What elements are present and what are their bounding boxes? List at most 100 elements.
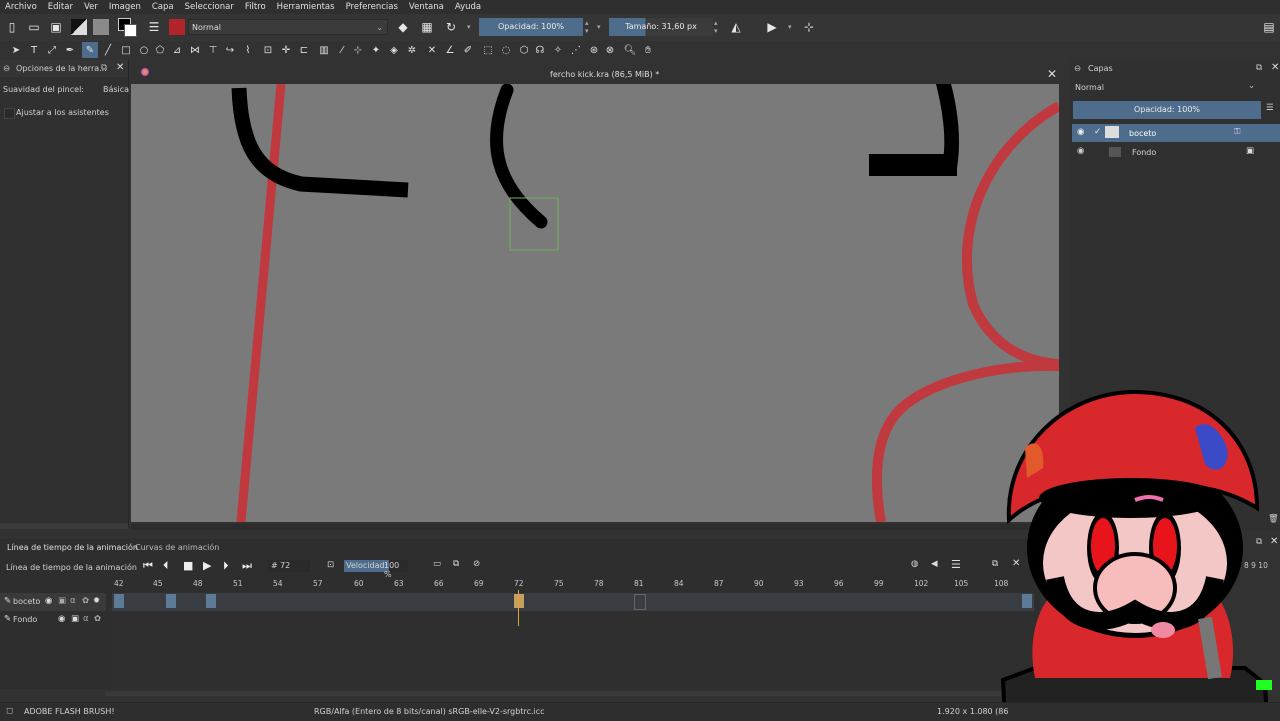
menu-capa[interactable]: Capa xyxy=(147,2,180,12)
pan-tool-icon[interactable]: ✋︎ xyxy=(640,42,656,58)
ellipse-select-icon[interactable]: ◌ xyxy=(498,42,514,58)
move-tool-icon[interactable]: ✛ xyxy=(278,42,294,58)
onion-icon[interactable]: ✿ xyxy=(94,614,101,624)
wrap-around-icon[interactable]: ⊹ xyxy=(800,18,818,36)
assistant-tool-icon[interactable]: ✕ xyxy=(424,42,440,58)
alpha-icon[interactable]: α xyxy=(83,614,89,624)
size-slider[interactable]: Tamaño: 31,60 px xyxy=(609,18,713,36)
eye-icon[interactable]: ◉ xyxy=(1077,127,1084,137)
frame-ruler[interactable]: 42 45 48 51 54 57 60 63 66 69 72 75 78 8… xyxy=(112,579,1032,591)
gradient-icon[interactable] xyxy=(71,19,87,35)
eraser-icon[interactable]: ◆ xyxy=(394,18,412,36)
prev-frame-icon[interactable]: ⏴︎ xyxy=(163,559,169,573)
pin-icon[interactable]: ✹ xyxy=(93,596,100,606)
drop-frames-icon[interactable]: ⊡ xyxy=(327,560,334,570)
onion-skins-icon[interactable]: ◍ xyxy=(911,559,918,569)
colorize-mask-icon[interactable]: ⊹ xyxy=(350,42,366,58)
freehand-select-icon[interactable]: ☊ xyxy=(532,42,548,58)
menu-ayuda[interactable]: Ayuda xyxy=(450,2,487,12)
freehand-path-icon[interactable]: ⊤ xyxy=(205,42,221,58)
layer-row[interactable]: ◉ ✓ boceto ⚿ xyxy=(1072,124,1280,142)
keyframe[interactable] xyxy=(114,594,124,608)
play-icon[interactable]: ▶ xyxy=(203,559,211,572)
onion-icon[interactable]: ✿ xyxy=(82,596,89,606)
magic-wand-icon[interactable]: ✧ xyxy=(550,42,566,58)
keyframe-end[interactable] xyxy=(634,594,646,610)
eye-icon[interactable]: ◉ xyxy=(1077,146,1084,156)
tab-timeline[interactable]: Línea de tiempo de la animación xyxy=(7,543,138,552)
layer-name[interactable]: boceto xyxy=(1129,129,1156,138)
smart-patch-icon[interactable]: ✦ xyxy=(368,42,384,58)
menu-herramientas[interactable]: Herramientas xyxy=(272,2,341,12)
gradient-tool-icon[interactable]: ▥ xyxy=(316,42,332,58)
drawing-canvas[interactable] xyxy=(131,84,1059,522)
bezier-tool-icon[interactable]: ⋈ xyxy=(187,42,203,58)
layer-blend-select[interactable]: Normal ⌄ xyxy=(1072,80,1255,94)
chevron-down-icon[interactable]: ▾ xyxy=(467,23,471,31)
polyline-tool-icon[interactable]: ⊿ xyxy=(169,42,185,58)
color-picker-icon[interactable]: ⁄ xyxy=(334,42,350,58)
line-tool-icon[interactable]: ╱ xyxy=(100,42,116,58)
timeline-layer-row[interactable]: ✎ Fondo ◉ ▣ α ✿ xyxy=(0,611,106,629)
float-icon[interactable]: ⧉ xyxy=(1256,63,1262,73)
smoothing-select[interactable]: Básica xyxy=(103,85,129,94)
assist-checkbox[interactable] xyxy=(4,108,15,119)
eye-icon[interactable]: ◉ xyxy=(58,614,65,624)
workspace-icon[interactable]: ▤ xyxy=(1260,18,1278,36)
menu-icon[interactable]: ☰ xyxy=(951,558,961,571)
polygon-tool-icon[interactable]: ⬠ xyxy=(152,42,168,58)
size-spinner-icon[interactable]: ▴ ▾ xyxy=(714,19,718,35)
eye-icon[interactable]: ◉ xyxy=(45,596,52,606)
menu-editar[interactable]: Editar xyxy=(43,2,79,12)
chevron-down-icon[interactable]: ▾ xyxy=(788,23,792,31)
brush-settings-icon[interactable]: ☰ xyxy=(145,18,163,36)
checkmark-icon[interactable]: ✓ xyxy=(1094,127,1101,137)
timeline-scrollbar[interactable] xyxy=(105,691,1035,696)
lock-icon[interactable]: ⚿ xyxy=(1234,127,1240,137)
fill-tool-icon[interactable]: ◈ xyxy=(386,42,402,58)
rect-select-icon[interactable]: ⬚ xyxy=(480,42,496,58)
close-icon[interactable]: ✕ xyxy=(116,62,124,73)
playhead[interactable] xyxy=(518,590,519,626)
menu-seleccionar[interactable]: Seleccionar xyxy=(180,2,240,12)
brush-preset-icon[interactable] xyxy=(169,19,185,35)
menu-filtro[interactable]: Filtro xyxy=(240,2,272,12)
rectangle-tool-icon[interactable]: □ xyxy=(118,42,134,58)
close-document-icon[interactable]: ✕ xyxy=(1047,67,1057,81)
similar-select-icon[interactable]: ⊗ xyxy=(602,42,618,58)
float-icon[interactable]: ⧉ xyxy=(101,63,107,73)
lock-icon[interactable]: ▣ xyxy=(71,614,79,624)
mirror-vertical-icon[interactable]: ▶ xyxy=(763,18,781,36)
mirror-horizontal-icon[interactable]: ◭ xyxy=(727,18,745,36)
left-scrollbar[interactable] xyxy=(0,523,128,529)
save-icon[interactable]: ▣ xyxy=(47,18,65,36)
lock-icon[interactable]: ▣ xyxy=(58,596,66,606)
calligraphy-icon[interactable]: ✒ xyxy=(62,42,78,58)
crop-tool-icon[interactable]: ⊏ xyxy=(296,42,312,58)
frame-track[interactable] xyxy=(112,593,1034,611)
stop-icon[interactable]: ■ xyxy=(183,559,193,572)
new-document-icon[interactable]: ▯ xyxy=(3,18,21,36)
keyframe-current[interactable] xyxy=(514,594,524,608)
dynamic-brush-icon[interactable]: ↪ xyxy=(222,42,238,58)
layer-row[interactable]: ◉ Fondo ▣ xyxy=(1072,143,1280,161)
reference-images-icon[interactable]: ✐ xyxy=(460,42,476,58)
polygon-select-icon[interactable]: ⬡ xyxy=(516,42,532,58)
menu-ver[interactable]: Ver xyxy=(79,2,104,12)
edit-shapes-icon[interactable]: ⤢ xyxy=(44,42,60,58)
layer-name[interactable]: Fondo xyxy=(1132,148,1156,157)
measure-tool-icon[interactable]: ∠ xyxy=(442,42,458,58)
ellipse-tool-icon[interactable]: ○ xyxy=(136,42,152,58)
menu-ventana[interactable]: Ventana xyxy=(404,2,450,12)
freehand-brush-icon[interactable]: ✎ xyxy=(82,42,98,58)
hamburger-icon[interactable]: ☰ xyxy=(1266,103,1274,113)
settings-icon[interactable]: ⊘ xyxy=(473,559,480,569)
alpha-lock-icon[interactable]: ▦ xyxy=(418,18,436,36)
last-frame-icon[interactable]: ⏭︎ xyxy=(242,559,252,573)
menu-imagen[interactable]: Imagen xyxy=(104,2,147,12)
lock-icon[interactable]: ▣ xyxy=(1246,146,1254,156)
opacity-spinner-icon[interactable]: ▴ ▾ xyxy=(585,19,589,35)
enclose-fill-icon[interactable]: ✲ xyxy=(404,42,420,58)
first-frame-icon[interactable]: ⏮︎ xyxy=(143,559,153,573)
transform-tool-icon[interactable]: ⊡ xyxy=(260,42,276,58)
